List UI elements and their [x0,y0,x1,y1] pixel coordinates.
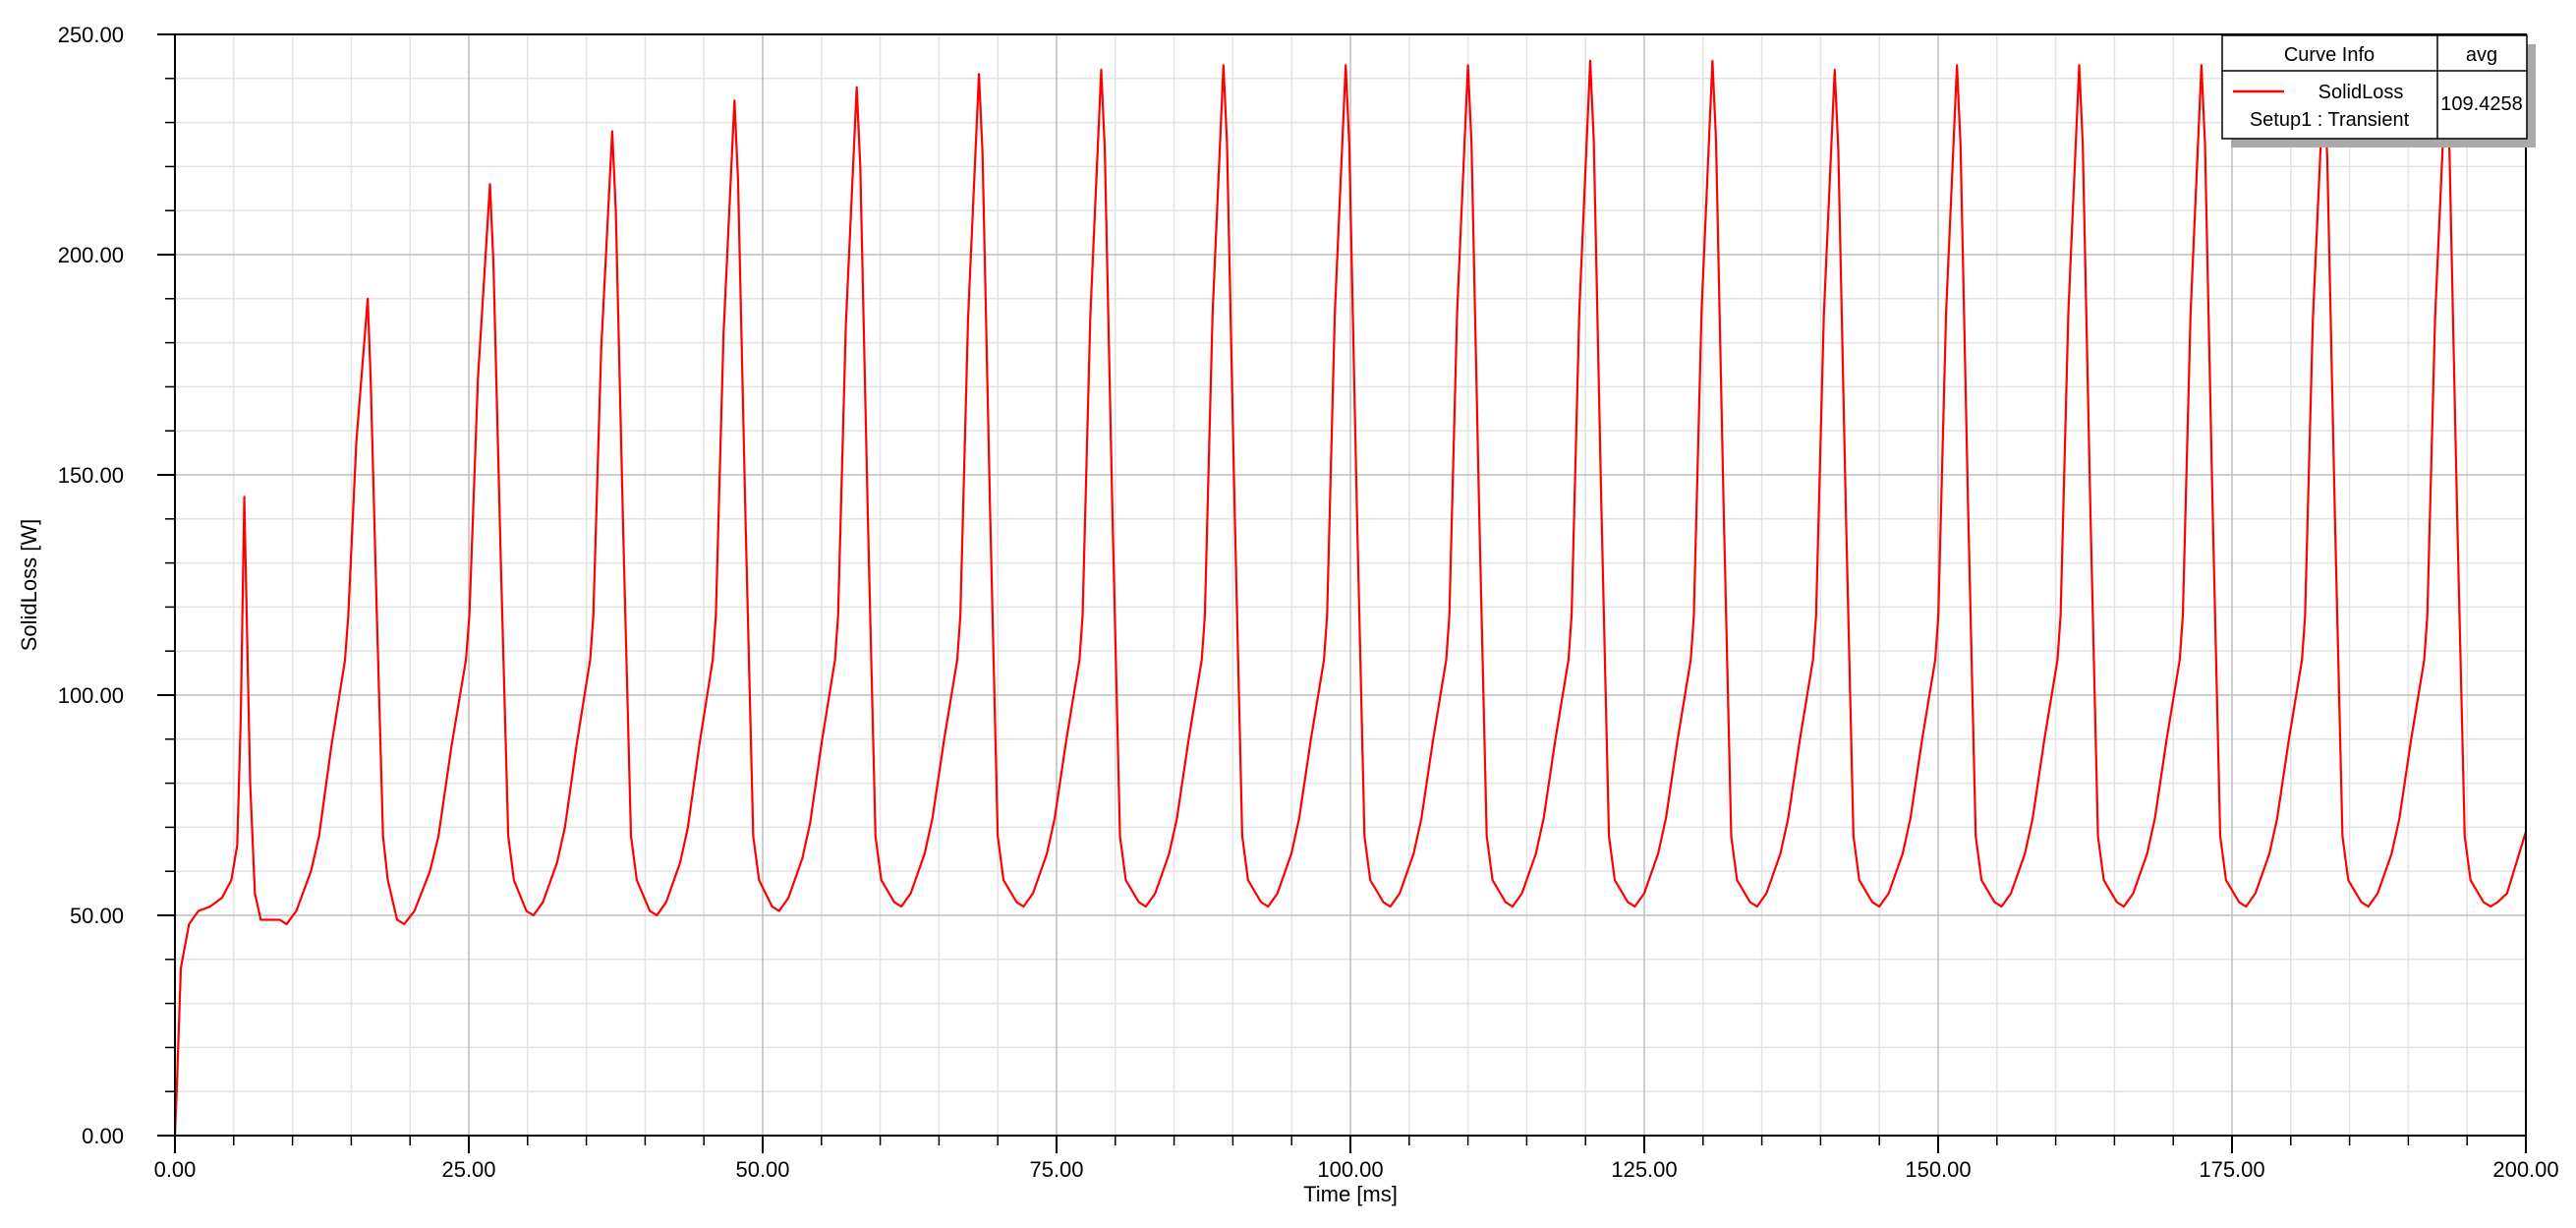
x-tick-label: 0.00 [154,1157,197,1182]
curve-info-legend[interactable]: Curve Info avg SolidLoss Setup1 : Transi… [2221,34,2536,147]
chart-background [0,0,2576,1228]
x-tick-label: 175.00 [2199,1157,2264,1182]
solidloss-chart: 0.00 25.00 50.00 75.00 100.00 125.00 150.00 175… [0,0,2576,1228]
x-tick-label: 125.00 [1611,1157,1677,1182]
y-tick-label: 250.00 [58,23,124,47]
y-tick-label: 150.00 [58,463,124,488]
x-tick-label: 75.00 [1029,1157,1083,1182]
y-axis-label: SolidLoss [W] [17,519,41,652]
y-tick-label: 100.00 [58,683,124,708]
legend-series-setup: Setup1 : Transient [2250,109,2410,131]
legend-series-name: SolidLoss [2318,82,2404,103]
x-tick-label: 200.00 [2492,1157,2558,1182]
x-tick-label: 50.00 [735,1157,789,1182]
legend-header-curve-info: Curve Info [2284,44,2375,66]
y-tick-label: 0.00 [82,1124,124,1148]
x-tick-label: 150.00 [1905,1157,1971,1182]
y-tick-label: 200.00 [58,243,124,267]
x-axis-label: Time [ms] [1303,1182,1398,1206]
legend-avg-value: 109.4258 [2440,93,2522,115]
y-tick-label: 50.00 [70,904,124,928]
x-tick-label: 25.00 [441,1157,495,1182]
legend-header-avg: avg [2466,44,2497,66]
x-tick-label: 100.00 [1317,1157,1383,1182]
